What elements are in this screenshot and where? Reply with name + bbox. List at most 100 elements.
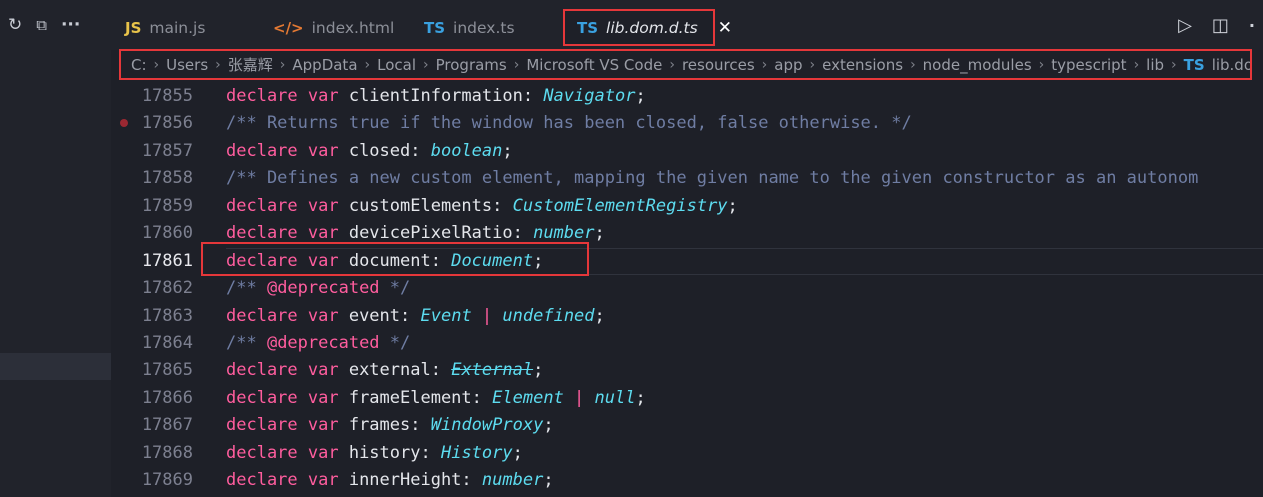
code-line[interactable]: 17859 declare var customElements: CustomE… — [111, 193, 1263, 220]
code-line[interactable]: 17856/** Returns true if the window has … — [111, 110, 1263, 137]
type-token: number — [533, 223, 595, 244]
code-text: declare var innerHeight: number; — [226, 467, 554, 494]
code-line[interactable]: 17864 /** @deprecated */ — [111, 330, 1263, 357]
code-text: declare var frameElement: Element | null… — [226, 385, 646, 412]
identifier-token: closed — [348, 140, 411, 161]
breadcrumb-item[interactable]: Users — [166, 56, 208, 74]
breadcrumb-item[interactable]: AppData — [292, 56, 357, 74]
line-number: 17861 — [141, 250, 193, 271]
breadcrumb-item[interactable]: typescript — [1051, 56, 1126, 74]
punctuation-token: : — [430, 360, 452, 381]
chevron-right-icon: › — [669, 56, 675, 73]
punctuation-token: : — [492, 195, 513, 216]
breakpoint-indicator[interactable] — [120, 119, 128, 127]
explorer-sidebar: ↻ ⧉ ··· — [0, 0, 111, 497]
editor-actions: ▷ ◫ · — [1178, 15, 1255, 36]
run-icon[interactable]: ▷ — [1178, 15, 1192, 36]
type-token: boolean — [430, 140, 503, 161]
union-operator-token: | — [471, 305, 503, 326]
chevron-right-icon: › — [809, 56, 816, 73]
breadcrumb-item[interactable]: extensions — [822, 56, 903, 74]
punctuation-token: : — [410, 140, 431, 161]
punctuation-token: : — [512, 223, 534, 244]
punctuation-token: : — [400, 305, 421, 326]
type-token: null — [594, 387, 636, 408]
tab-index-ts[interactable]: TS index.ts — [424, 8, 515, 48]
tab-main-js[interactable]: JS main.js — [125, 8, 205, 48]
punctuation-token: ; — [594, 223, 605, 244]
chevron-right-icon: › — [364, 56, 371, 73]
collapse-all-icon[interactable]: ⧉ — [36, 16, 47, 34]
code-line[interactable]: 17863 declare var event: Event | undefine… — [111, 303, 1263, 330]
breadcrumb-item[interactable]: node_modules — [923, 56, 1032, 74]
type-token: Event — [420, 305, 472, 326]
breadcrumb-item[interactable]: C: — [131, 56, 147, 74]
breadcrumb-item[interactable]: Microsoft VS Code — [526, 56, 662, 74]
type-token: undefined — [502, 305, 595, 326]
identifier-token: innerHeight — [348, 470, 462, 491]
code-line[interactable]: 17857 declare var closed: boolean; — [111, 138, 1263, 165]
line-number: 17858 — [141, 168, 193, 189]
comment-token: */ — [379, 332, 411, 353]
javascript-icon: JS — [125, 19, 142, 37]
line-number: 17866 — [141, 387, 193, 408]
comment-token: */ — [379, 278, 411, 299]
keyword-token: declare var — [226, 470, 349, 491]
typescript-icon: TS — [1183, 55, 1205, 74]
code-line[interactable]: 17855 declare var clientInformation: Navi… — [111, 83, 1263, 110]
line-number: 17868 — [141, 442, 193, 463]
punctuation-token: ; — [543, 415, 554, 436]
tab-lib-dom-d-ts[interactable]: TS lib.dom.d.ts ✕ — [563, 9, 732, 46]
line-number: 17860 — [141, 223, 193, 244]
code-text: declare var clientInformation: Navigator… — [226, 83, 646, 110]
breadcrumb-file[interactable]: lib.dom.d.ts — [1212, 56, 1250, 74]
chevron-right-icon: › — [423, 56, 429, 73]
breadcrumb-item[interactable]: resources — [682, 56, 755, 74]
identifier-token: customElements — [348, 195, 493, 216]
code-line[interactable]: 17868 declare var history: History; — [111, 440, 1263, 467]
identifier-token: clientInformation — [348, 86, 523, 106]
breadcrumb-item[interactable]: Programs — [436, 56, 507, 74]
highlight-box — [201, 242, 589, 276]
line-number: 17869 — [141, 470, 193, 491]
close-icon[interactable]: ✕ — [718, 18, 732, 38]
comment-token: /** Defines a new custom element, mappin… — [226, 168, 1199, 189]
type-token: External — [451, 360, 534, 381]
tab-label: index.ts — [453, 19, 515, 37]
chevron-right-icon: › — [1133, 56, 1140, 73]
sidebar-selected-row[interactable] — [0, 353, 111, 380]
line-number: 17865 — [141, 360, 193, 381]
code-line[interactable]: 17865 declare var external: External; — [111, 357, 1263, 384]
comment-token: /** — [226, 332, 267, 353]
chevron-right-icon: › — [513, 56, 520, 73]
jsdoc-tag-token: @deprecated — [266, 332, 380, 353]
breadcrumb-item[interactable]: Local — [377, 56, 416, 74]
keyword-token: declare var — [226, 415, 349, 436]
breadcrumb-item[interactable]: 张嘉辉 — [228, 54, 273, 75]
punctuation-token: ; — [635, 86, 646, 106]
code-text: declare var external: External; — [226, 357, 543, 384]
more-icon[interactable]: · — [1249, 16, 1255, 35]
line-number: 17864 — [141, 332, 193, 353]
more-actions-icon[interactable]: ··· — [61, 15, 80, 35]
code-line[interactable]: 17866 declare var frameElement: Element |… — [111, 385, 1263, 412]
keyword-token: declare var — [226, 86, 349, 106]
code-text: declare var closed: boolean; — [226, 138, 513, 165]
type-token: WindowProxy — [430, 415, 544, 436]
split-editor-icon[interactable]: ◫ — [1212, 15, 1229, 36]
breadcrumb-item[interactable]: app — [774, 56, 802, 74]
refresh-icon[interactable]: ↻ — [8, 15, 22, 35]
code-line[interactable]: 17867 declare var frames: WindowProxy; — [111, 412, 1263, 439]
tab-index-html[interactable]: </> index.html — [273, 8, 394, 48]
code-editor[interactable]: 17855 declare var clientInformation: Navi… — [111, 83, 1263, 495]
code-line[interactable]: 17862 /** @deprecated */ — [111, 275, 1263, 302]
identifier-token: frames — [348, 415, 411, 436]
code-text: declare var event: Event | undefined; — [226, 303, 605, 330]
code-text: /** Returns true if the window has been … — [226, 110, 912, 137]
chevron-right-icon: › — [215, 56, 221, 73]
type-token: Element — [492, 387, 564, 408]
breadcrumb-item[interactable]: lib — [1146, 56, 1164, 74]
code-line[interactable]: 17869 declare var innerHeight: number; — [111, 467, 1263, 494]
chevron-right-icon: › — [279, 56, 286, 73]
code-line[interactable]: 17858 /** Defines a new custom element, m… — [111, 165, 1263, 192]
